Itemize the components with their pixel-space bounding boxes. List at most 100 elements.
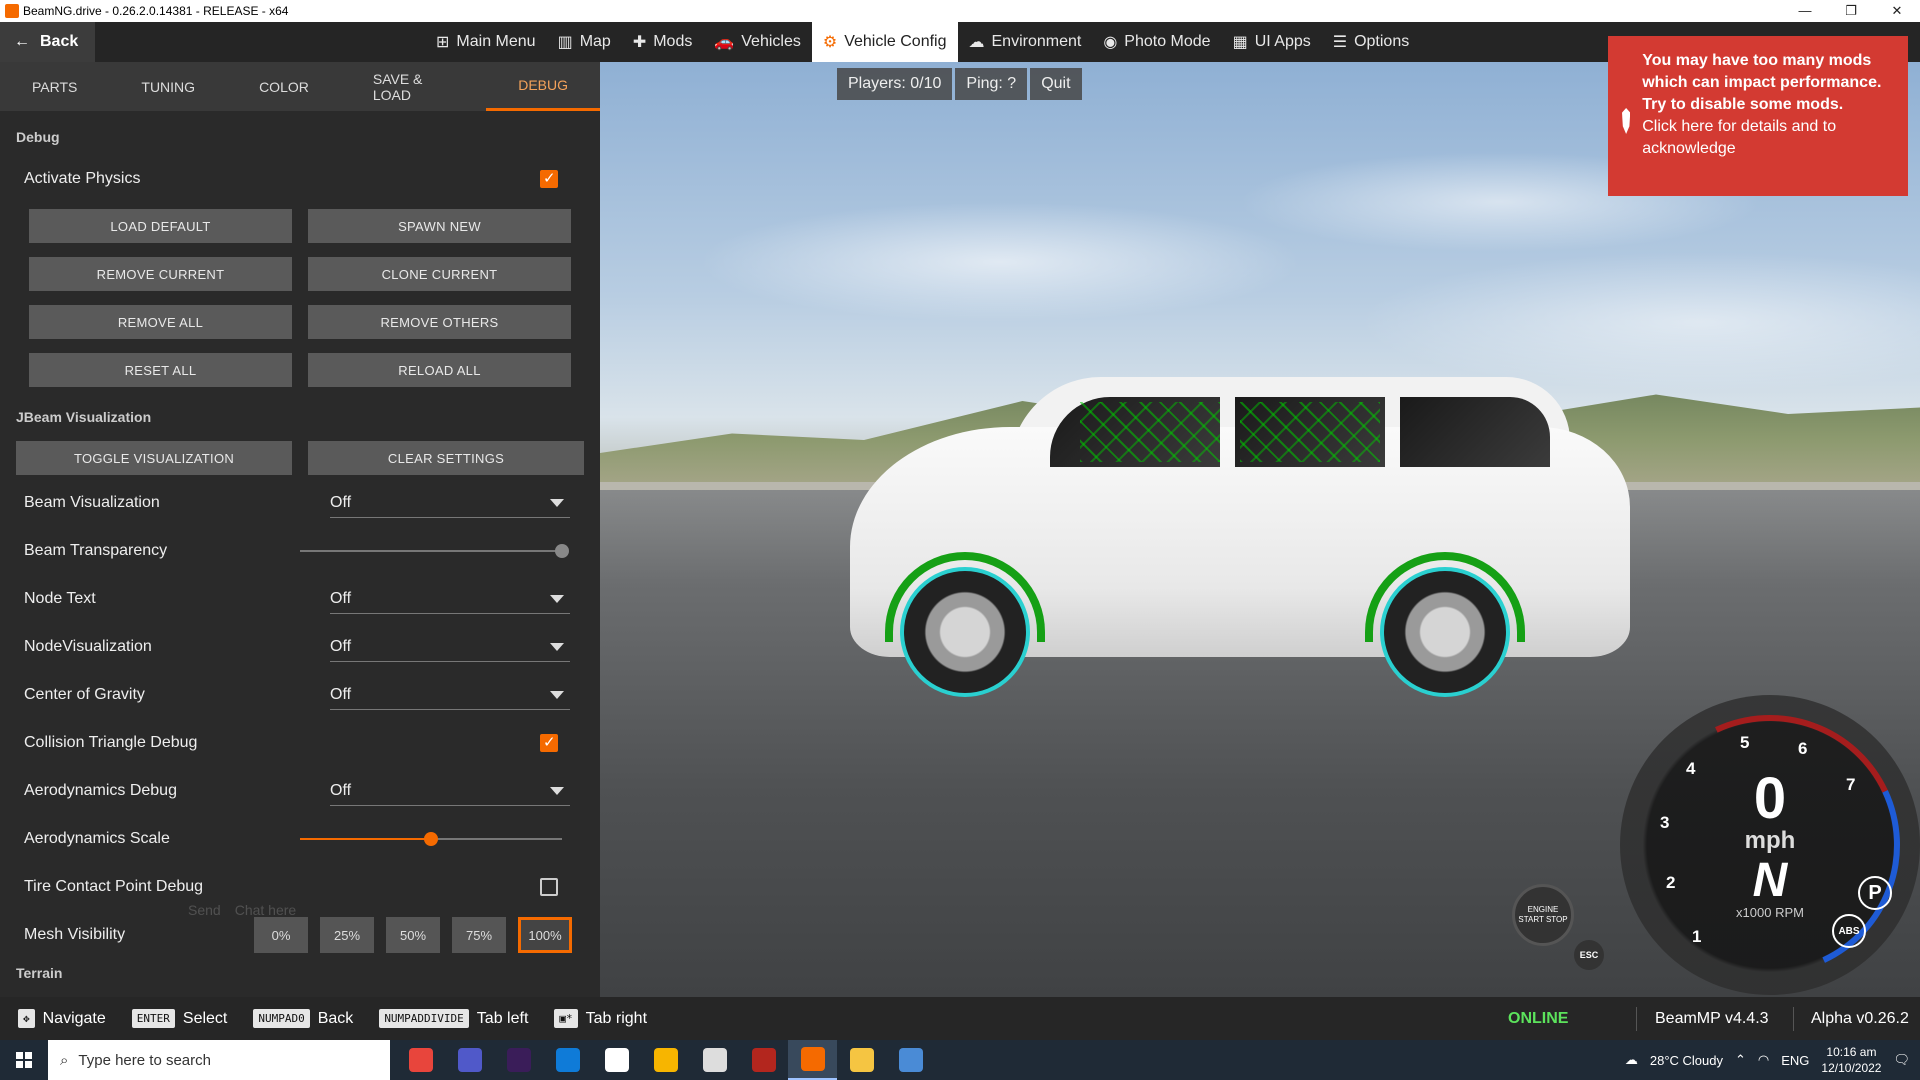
slider-handle[interactable]	[555, 544, 569, 558]
close-button[interactable]: ✕	[1874, 0, 1920, 22]
hint-label: Tab left	[476, 1009, 529, 1027]
center-of-gravity-select[interactable]: Off	[330, 680, 570, 710]
nav-map[interactable]: ▥ Map	[547, 22, 622, 62]
taskbar-app-10[interactable]	[886, 1040, 935, 1080]
nav-items: ⊞ Main Menu ▥ Map ✚ Mods 🚗 Vehicles ⚙ Vehicle Con…	[425, 22, 1420, 62]
taskbar-app-8[interactable]	[788, 1040, 837, 1080]
tab-parts[interactable]: PARTS	[0, 62, 109, 111]
taskbar-app-2[interactable]	[494, 1040, 543, 1080]
notification-message: You may have too many mods which can imp…	[1642, 52, 1882, 113]
taskbar-app-7[interactable]	[739, 1040, 788, 1080]
node-text-select[interactable]: Off	[330, 584, 570, 614]
aero-debug-select[interactable]: Off	[330, 776, 570, 806]
spawn-new-button[interactable]: SPAWN NEW	[308, 209, 571, 243]
hint-navigate: ✥ Navigate	[18, 1009, 106, 1028]
nav-environment[interactable]: ☁ Environment	[958, 22, 1093, 62]
nav-vehicles[interactable]: 🚗 Vehicles	[703, 22, 812, 62]
chat-send-button[interactable]: Send	[188, 902, 221, 918]
windows-taskbar: ⌕ Type here to search ☁ 28°C Cloudy ⌃ ◠ …	[0, 1040, 1920, 1080]
taskbar-search-box[interactable]: ⌕ Type here to search	[48, 1040, 390, 1080]
reload-all-button[interactable]: RELOAD ALL	[308, 353, 571, 387]
restore-button[interactable]: ❐	[1828, 0, 1874, 22]
rpm-tick: 2	[1666, 873, 1676, 892]
key-badge: ✥	[18, 1009, 35, 1028]
node-visualization-select[interactable]: Off	[330, 632, 570, 662]
toggle-visualization-button[interactable]: TOGGLE VISUALIZATION	[16, 441, 292, 475]
start-button[interactable]	[0, 1040, 48, 1080]
map-icon: ▥	[557, 34, 573, 51]
aero-debug-row: Aerodynamics Debug Off	[0, 767, 600, 815]
chat-overlay: Send Chat here	[188, 902, 296, 918]
players-count: Players: 0/10	[837, 68, 953, 100]
nav-options[interactable]: ☰ Options	[1322, 22, 1420, 62]
rpm-tick: 7	[1846, 775, 1856, 794]
remove-others-button[interactable]: REMOVE OTHERS	[308, 305, 571, 339]
input-hint-bar: ✥ Navigate ENTER Select NUMPAD0 Back NUMPADDIV…	[0, 997, 1920, 1040]
center-of-gravity-row: Center of Gravity Off	[0, 671, 600, 719]
tab-color[interactable]: COLOR	[227, 62, 341, 111]
minimize-button[interactable]: —	[1782, 0, 1828, 22]
jbeam-section-title: JBeam Visualization	[16, 409, 152, 425]
weather-text[interactable]: 28°C Cloudy	[1650, 1053, 1723, 1068]
clear-settings-button[interactable]: CLEAR SETTINGS	[308, 441, 584, 475]
divider	[1793, 1007, 1794, 1031]
language-indicator[interactable]: ENG	[1781, 1053, 1809, 1068]
aero-scale-label: Aerodynamics Scale	[24, 830, 170, 847]
key-badge: ▣*	[554, 1009, 578, 1028]
key-badge: ENTER	[131, 1009, 175, 1028]
mods-warning-notification[interactable]: You may have too many mods which can imp…	[1608, 36, 1908, 196]
nav-photo-mode[interactable]: ◉ Photo Mode	[1092, 22, 1221, 62]
speed-unit: mph	[1744, 827, 1796, 854]
nav-label: Vehicles	[741, 33, 801, 50]
tire-contact-checkbox[interactable]	[540, 878, 558, 896]
mesh-visibility-option[interactable]: 50%	[386, 917, 440, 953]
taskbar-app-0[interactable]	[396, 1040, 445, 1080]
remove-all-button[interactable]: REMOVE ALL	[29, 305, 292, 339]
taskbar-app-9[interactable]	[837, 1040, 886, 1080]
beam-visualization-select[interactable]: Off	[330, 488, 570, 518]
nav-vehicle-config[interactable]: ⚙ Vehicle Config	[811, 22, 958, 62]
engine-start-stop-button[interactable]: ENGINE START STOP	[1512, 884, 1574, 946]
tab-save-load[interactable]: SAVE & LOAD	[341, 62, 486, 111]
taskbar-clock[interactable]: 10:16 am 12/10/2022	[1821, 1044, 1881, 1076]
notification-action-link[interactable]: Click here for details and to acknowledg…	[1642, 116, 1896, 160]
taskbar-app-5[interactable]	[641, 1040, 690, 1080]
mesh-visibility-option[interactable]: 100%	[518, 917, 572, 953]
key-badge: NUMPADDIVIDE	[379, 1009, 469, 1028]
mesh-visibility-option[interactable]: 75%	[452, 917, 506, 953]
nav-ui-apps[interactable]: ▦ UI Apps	[1222, 22, 1322, 62]
tab-tuning[interactable]: TUNING	[109, 62, 227, 111]
beam-visualization-value: Off	[330, 493, 352, 511]
chevron-up-icon[interactable]: ⌃	[1735, 1052, 1746, 1068]
taskbar-app-4[interactable]	[592, 1040, 641, 1080]
remove-current-button[interactable]: REMOVE CURRENT	[29, 257, 292, 291]
collision-triangle-checkbox[interactable]	[540, 733, 558, 752]
load-default-button[interactable]: LOAD DEFAULT	[29, 209, 292, 243]
nav-main-menu[interactable]: ⊞ Main Menu	[425, 22, 547, 62]
tab-debug[interactable]: DEBUG	[486, 62, 600, 111]
shield-icon	[1622, 108, 1631, 134]
chat-input[interactable]: Chat here	[235, 902, 296, 918]
quit-button[interactable]: Quit	[1030, 68, 1082, 100]
notifications-icon[interactable]: 🗨	[1893, 1052, 1910, 1068]
aero-scale-slider[interactable]	[300, 832, 562, 846]
hint-back: NUMPAD0 Back	[253, 1009, 353, 1028]
nav-label: Environment	[991, 33, 1082, 50]
slider-handle[interactable]	[424, 832, 438, 846]
nav-mods[interactable]: ✚ Mods	[622, 22, 704, 62]
online-status: ONLINE	[1508, 1009, 1569, 1027]
reset-all-button[interactable]: RESET ALL	[29, 353, 292, 387]
taskbar-app-1[interactable]	[445, 1040, 494, 1080]
taskbar-app-6[interactable]	[690, 1040, 739, 1080]
beam-transparency-slider[interactable]	[300, 544, 569, 558]
app-icon	[849, 1048, 874, 1072]
wifi-icon[interactable]: ◠	[1758, 1052, 1769, 1068]
mesh-visibility-option[interactable]: 0%	[254, 917, 308, 953]
activate-physics-checkbox[interactable]	[540, 169, 558, 188]
nav-label: Main Menu	[456, 33, 536, 50]
back-button[interactable]: ← Back	[0, 22, 95, 62]
mesh-visibility-option[interactable]: 25%	[320, 917, 374, 953]
terrain-section-title: Terrain	[16, 965, 63, 981]
clone-current-button[interactable]: CLONE CURRENT	[308, 257, 571, 291]
taskbar-app-3[interactable]	[543, 1040, 592, 1080]
